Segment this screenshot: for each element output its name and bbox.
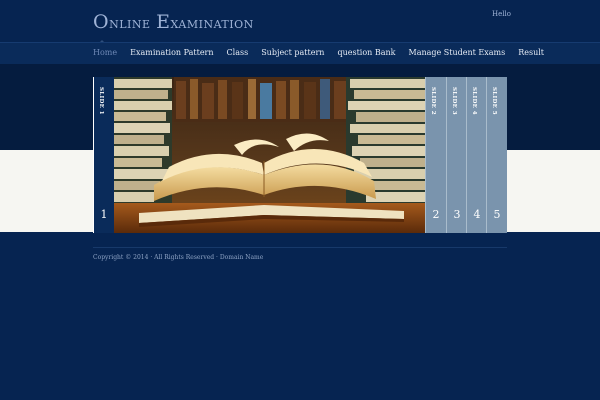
slider-tab-number: 3 [453,208,461,221]
books-illustration [114,77,425,233]
title-letter-o: O [93,11,110,33]
nav-item-question-bank[interactable]: question Bank [337,48,395,57]
slider-tab-5[interactable]: SLIDE 5 5 [486,77,507,233]
slider-tab-label: SLIDE 1 [98,87,104,115]
slider-tab-label: SLIDE 4 [471,87,477,115]
slider-tab-2[interactable]: SLIDE 2 2 [425,77,446,233]
slider-tab-4[interactable]: SLIDE 4 4 [466,77,487,233]
slider-tab-number: 5 [493,208,501,221]
title-letter-e: E [156,11,171,33]
footer-divider [93,247,507,248]
nav-bar: Home Examination Pattern Class Subject p… [0,42,600,65]
header: Online Examination Hello [0,0,600,42]
image-slider: SLIDE 1 1 SLIDE 2 2 SLIDE 3 3 SLIDE 4 4 … [93,77,507,233]
nav-item-result[interactable]: Result [518,48,544,57]
nav-item-subject-pattern[interactable]: Subject pattern [261,48,324,57]
greeting-text: Hello [492,10,511,18]
slider-tab-3[interactable]: SLIDE 3 3 [446,77,467,233]
slider-tab-label: SLIDE 5 [491,87,497,115]
main-nav: Home Examination Pattern Class Subject p… [93,48,557,57]
nav-item-class[interactable]: Class [227,48,249,57]
title-part-1: nline [109,13,157,32]
slider-tab-label: SLIDE 3 [451,87,457,115]
nav-item-home[interactable]: Home [93,48,117,57]
slider-tab-number: 2 [432,208,440,221]
slider-tab-1[interactable]: SLIDE 1 1 [93,77,114,233]
slider-tab-label: SLIDE 2 [430,87,436,115]
slide-image-books [114,77,425,233]
site-title[interactable]: Online Examination [93,11,254,33]
slider-tab-number: 4 [473,208,481,221]
nav-item-manage-student-exams[interactable]: Manage Student Exams [409,48,506,57]
title-part-2: xamination [170,13,254,32]
copyright-text: Copyright © 2014 · All Rights Reserved ·… [93,254,264,261]
slider-tab-number: 1 [100,208,108,221]
nav-item-examination-pattern[interactable]: Examination Pattern [130,48,213,57]
